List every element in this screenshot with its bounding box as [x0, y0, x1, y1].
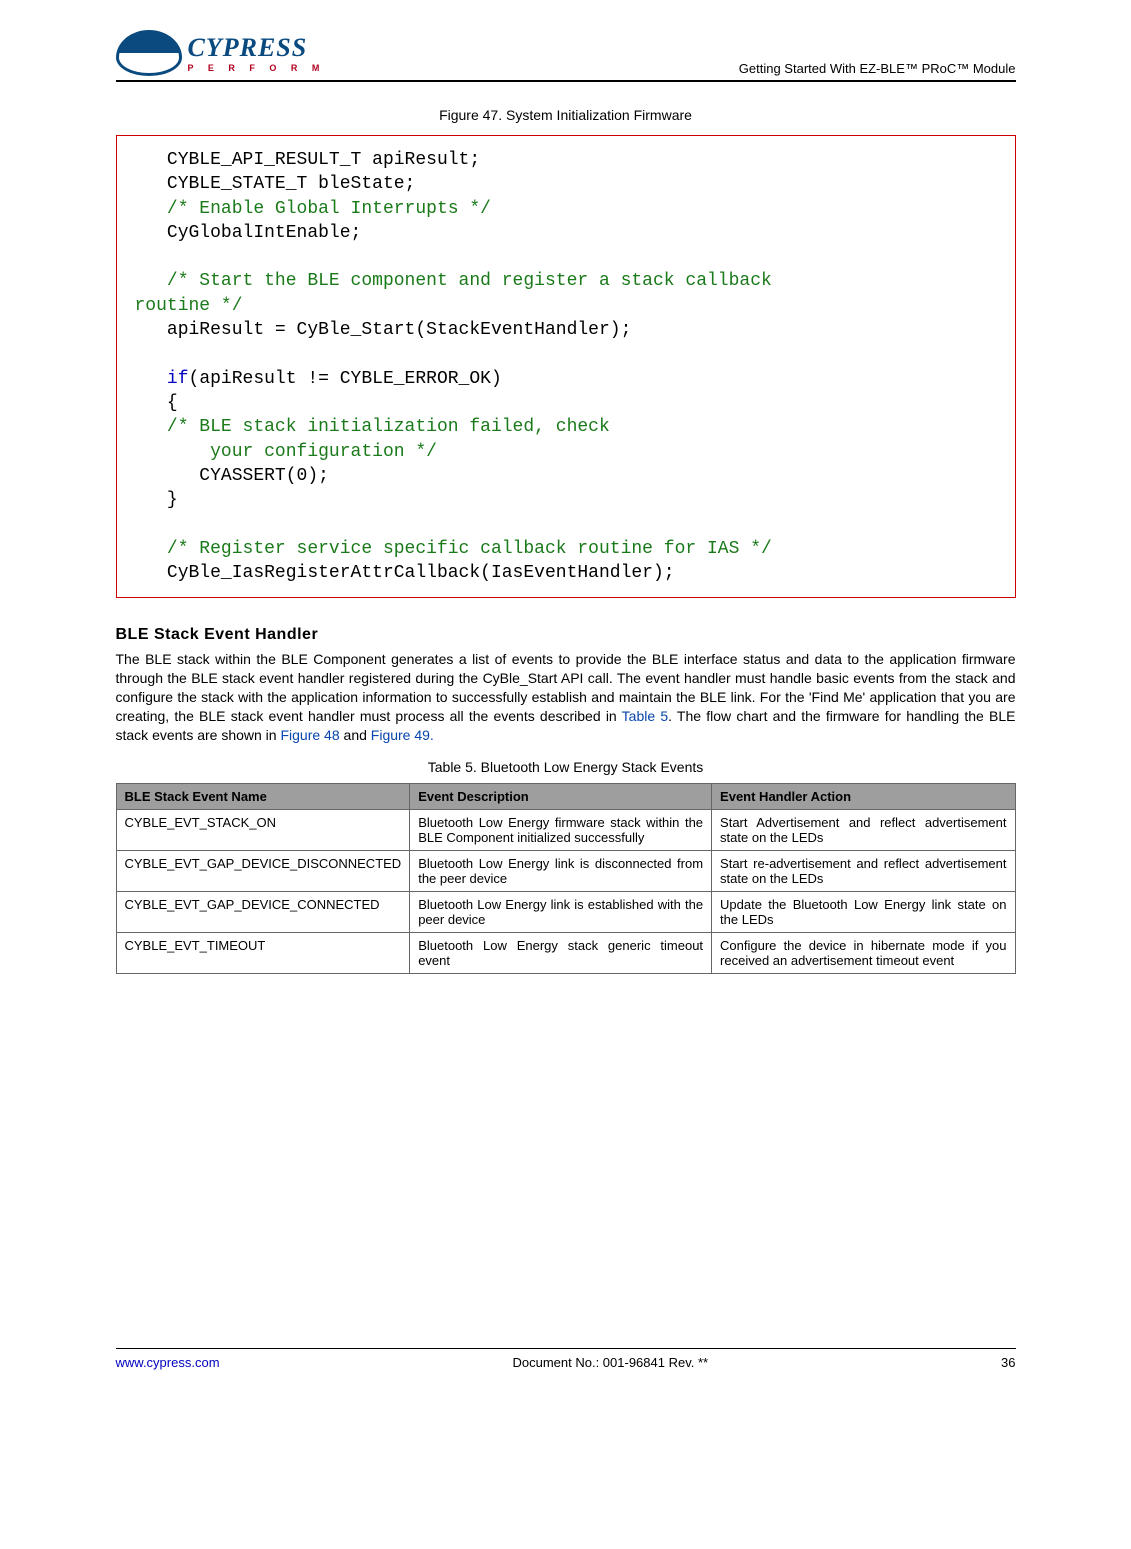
footer-docno: Document No.: 001-96841 Rev. **	[512, 1355, 708, 1370]
code-line: CyBle_IasRegisterAttrCallback(IasEventHa…	[135, 563, 675, 583]
table-header: BLE Stack Event Name	[116, 783, 410, 809]
body-paragraph: The BLE stack within the BLE Component g…	[116, 650, 1016, 744]
table-cell: CYBLE_EVT_TIMEOUT	[116, 932, 410, 973]
code-line: apiResult = CyBle_Start(StackEventHandle…	[135, 320, 632, 340]
link-figure48[interactable]: Figure 48	[280, 727, 339, 743]
table-cell: CYBLE_EVT_GAP_DEVICE_DISCONNECTED	[116, 850, 410, 891]
table-row: CYBLE_EVT_STACK_ON Bluetooth Low Energy …	[116, 809, 1015, 850]
table-cell: Configure the device in hibernate mode i…	[712, 932, 1015, 973]
code-line: /* Register service specific callback ro…	[135, 539, 772, 559]
logo: CYPRESS P E R F O R M	[116, 30, 326, 76]
logo-tagline: P E R F O R M	[188, 63, 326, 73]
body-text: and	[340, 727, 371, 743]
logo-icon	[116, 30, 182, 76]
link-table5[interactable]: Table 5	[622, 708, 668, 724]
footer-url[interactable]: www.cypress.com	[116, 1355, 220, 1370]
code-line: routine */	[135, 296, 243, 316]
table-header: Event Description	[410, 783, 712, 809]
code-line: (apiResult != CYBLE_ERROR_OK)	[189, 369, 502, 389]
code-line: CyGlobalIntEnable;	[135, 223, 362, 243]
table-row: CYBLE_EVT_GAP_DEVICE_CONNECTED Bluetooth…	[116, 891, 1015, 932]
table-cell: Bluetooth Low Energy link is established…	[410, 891, 712, 932]
table-cell: CYBLE_EVT_GAP_DEVICE_CONNECTED	[116, 891, 410, 932]
table-row: CYBLE_EVT_GAP_DEVICE_DISCONNECTED Blueto…	[116, 850, 1015, 891]
events-table: BLE Stack Event Name Event Description E…	[116, 783, 1016, 974]
table-header: Event Handler Action	[712, 783, 1015, 809]
section-heading: BLE Stack Event Handler	[116, 626, 1016, 644]
table-cell: Update the Bluetooth Low Energy link sta…	[712, 891, 1015, 932]
code-line: /* BLE stack initialization failed, chec…	[135, 417, 610, 437]
table-cell: Bluetooth Low Energy stack generic timeo…	[410, 932, 712, 973]
footer-page: 36	[1001, 1355, 1015, 1370]
document-title: Getting Started With EZ-BLE™ PRoC™ Modul…	[739, 61, 1016, 76]
table-cell: Bluetooth Low Energy link is disconnecte…	[410, 850, 712, 891]
table-cell: Start re-advertisement and reflect adver…	[712, 850, 1015, 891]
code-line: CYASSERT(0);	[135, 466, 329, 486]
code-line: CYBLE_STATE_T bleState;	[135, 174, 416, 194]
link-figure49[interactable]: Figure 49.	[371, 727, 434, 743]
table-header-row: BLE Stack Event Name Event Description E…	[116, 783, 1015, 809]
page-footer: www.cypress.com Document No.: 001-96841 …	[116, 1348, 1016, 1370]
table-cell: Bluetooth Low Energy firmware stack with…	[410, 809, 712, 850]
code-line: /* Start the BLE component and register …	[135, 271, 772, 291]
page-header: CYPRESS P E R F O R M Getting Started Wi…	[116, 30, 1016, 82]
code-line: if	[135, 369, 189, 389]
code-line: /* Enable Global Interrupts */	[135, 199, 491, 219]
figure-caption: Figure 47. System Initialization Firmwar…	[116, 107, 1016, 123]
code-line: {	[135, 393, 178, 413]
table-row: CYBLE_EVT_TIMEOUT Bluetooth Low Energy s…	[116, 932, 1015, 973]
code-line: your configuration */	[135, 442, 437, 462]
code-line: }	[135, 490, 178, 510]
code-line: CYBLE_API_RESULT_T apiResult;	[135, 150, 481, 170]
table-caption: Table 5. Bluetooth Low Energy Stack Even…	[116, 759, 1016, 775]
table-cell: CYBLE_EVT_STACK_ON	[116, 809, 410, 850]
code-listing: CYBLE_API_RESULT_T apiResult; CYBLE_STAT…	[116, 135, 1016, 598]
logo-brand: CYPRESS	[188, 33, 326, 63]
table-cell: Start Advertisement and reflect advertis…	[712, 809, 1015, 850]
